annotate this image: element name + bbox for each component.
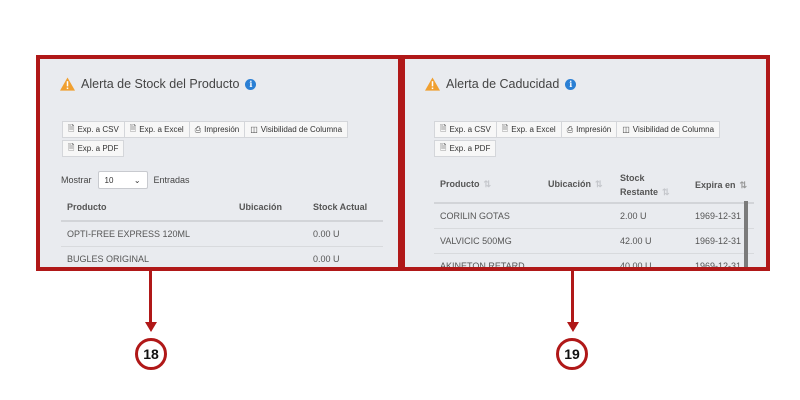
column-header-producto[interactable]: Producto ⇅ — [434, 167, 542, 204]
export-excel-button[interactable]: 🗎 Exp. a Excel — [123, 121, 190, 138]
stock-table: Producto Ubicación Stock Actual OPTI-FRE… — [61, 193, 383, 267]
print-icon: ⎙ — [194, 124, 202, 134]
cell-ubicacion — [542, 228, 614, 254]
page-length-control: Mostrar 10 ⌄ Entradas — [61, 171, 190, 189]
cell-producto: CORILIN GOTAS — [434, 203, 542, 229]
arrow-down-icon — [145, 322, 157, 332]
cell-ubicacion — [542, 253, 614, 267]
scrollbar[interactable] — [744, 201, 748, 267]
export-toolbar: 🗎 Exp. a CSV 🗎 Exp. a Excel ⎙ Impresión ◫ Visib… — [434, 121, 734, 159]
warning-icon — [60, 77, 75, 91]
cell-stock: 2.00 U — [614, 203, 689, 229]
sort-icon: ⇅ — [483, 179, 492, 189]
table-row[interactable]: AKINETON RETARD 40.00 U 1969-12-31 — [434, 253, 754, 267]
callout-connector-19 — [571, 271, 574, 325]
cell-producto: VALVICIC 500MG — [434, 228, 542, 254]
expiry-alert-panel: Alerta de Caducidad i 🗎 Exp. a CSV 🗎 Exp. a… — [411, 65, 760, 267]
stock-alert-title: Alerta de Stock del Producto — [81, 77, 240, 91]
callout-connector-18 — [149, 271, 152, 325]
entries-select[interactable]: 10 ⌄ — [97, 171, 148, 189]
mostrar-label: Mostrar — [61, 175, 92, 185]
cell-ubicacion — [542, 203, 614, 229]
export-toolbar: 🗎 Exp. a CSV 🗎 Exp. a Excel ⎙ Impresión ◫ Visib… — [62, 121, 362, 159]
stock-alert-panel: Alerta de Stock del Producto i 🗎 Exp. a C… — [46, 65, 392, 267]
info-icon[interactable]: i — [565, 78, 577, 90]
chevron-down-icon: ⌄ — [133, 175, 141, 185]
arrow-down-icon — [567, 322, 579, 332]
file-icon: 🗎 — [440, 142, 447, 152]
file-icon: 🗎 — [501, 123, 509, 133]
entradas-label: Entradas — [153, 175, 190, 185]
column-visibility-button[interactable]: ◫ Visibilidad de Columna — [244, 121, 349, 138]
stock-alert-frame: Alerta de Stock del Producto i 🗎 Exp. a C… — [36, 55, 402, 271]
sort-icon: ⇅ — [595, 179, 603, 189]
cell-producto: BUGLES ORIGINAL — [61, 246, 233, 267]
cell-producto: AKINETON RETARD — [434, 253, 542, 267]
column-header-producto[interactable]: Producto — [61, 193, 233, 222]
column-header-stock-actual[interactable]: Stock Actual — [307, 193, 383, 222]
export-csv-button[interactable]: 🗎 Exp. a CSV — [434, 121, 497, 138]
table-row[interactable]: VALVICIC 500MG 42.00 U 1969-12-31 — [434, 228, 754, 254]
callout-badge-19: 19 — [556, 338, 588, 370]
print-icon: ⎙ — [566, 124, 574, 134]
expiry-table: Producto ⇅ Ubicación ⇅ Stock Restante ⇅ Exp… — [434, 167, 754, 267]
print-button[interactable]: ⎙ Impresión — [188, 121, 246, 138]
file-icon: 🗎 — [68, 123, 75, 133]
table-row[interactable]: CORILIN GOTAS 2.00 U 1969-12-31 — [434, 203, 754, 229]
file-icon: 🗎 — [440, 123, 447, 133]
cell-stock: 0.00 U — [307, 221, 383, 247]
table-row[interactable]: BUGLES ORIGINAL 0.00 U — [61, 246, 383, 267]
column-header-ubicacion[interactable]: Ubicación — [233, 193, 307, 222]
info-icon[interactable]: i — [245, 78, 257, 90]
table-row[interactable]: OPTI-FREE EXPRESS 120ML 0.00 U — [61, 221, 383, 247]
columns-icon: ◫ — [250, 125, 258, 134]
cell-stock: 0.00 U — [307, 246, 383, 267]
expiry-alert-frame: Alerta de Caducidad i 🗎 Exp. a CSV 🗎 Exp. a… — [401, 55, 770, 271]
cell-ubicacion — [233, 246, 307, 267]
column-visibility-button[interactable]: ◫ Visibilidad de Columna — [616, 121, 721, 138]
column-header-ubicacion[interactable]: Ubicación ⇅ — [542, 167, 614, 204]
file-icon: 🗎 — [129, 123, 137, 133]
export-pdf-button[interactable]: 🗎 Exp. a PDF — [62, 140, 125, 157]
cell-ubicacion — [233, 221, 307, 247]
cell-producto: OPTI-FREE EXPRESS 120ML — [61, 221, 233, 247]
print-button[interactable]: ⎙ Impresión — [560, 121, 618, 138]
cell-stock: 42.00 U — [614, 228, 689, 254]
callout-badge-18: 18 — [135, 338, 167, 370]
cell-stock: 40.00 U — [614, 253, 689, 267]
expiry-alert-header: Alerta de Caducidad i — [425, 77, 577, 91]
sort-icon: ⇅ — [662, 186, 670, 197]
export-csv-button[interactable]: 🗎 Exp. a CSV — [62, 121, 125, 138]
expiry-alert-title: Alerta de Caducidad — [446, 77, 560, 91]
stock-alert-header: Alerta de Stock del Producto i — [60, 77, 257, 91]
sort-ascending-icon: ⇅ — [739, 179, 748, 190]
warning-icon — [425, 77, 440, 91]
column-header-stock-restante[interactable]: Stock Restante ⇅ — [614, 167, 689, 204]
export-excel-button[interactable]: 🗎 Exp. a Excel — [495, 121, 562, 138]
file-icon: 🗎 — [68, 142, 75, 152]
column-header-expira-en[interactable]: Expira en ⇅ — [689, 167, 754, 204]
columns-icon: ◫ — [622, 125, 630, 134]
export-pdf-button[interactable]: 🗎 Exp. a PDF — [434, 140, 497, 157]
